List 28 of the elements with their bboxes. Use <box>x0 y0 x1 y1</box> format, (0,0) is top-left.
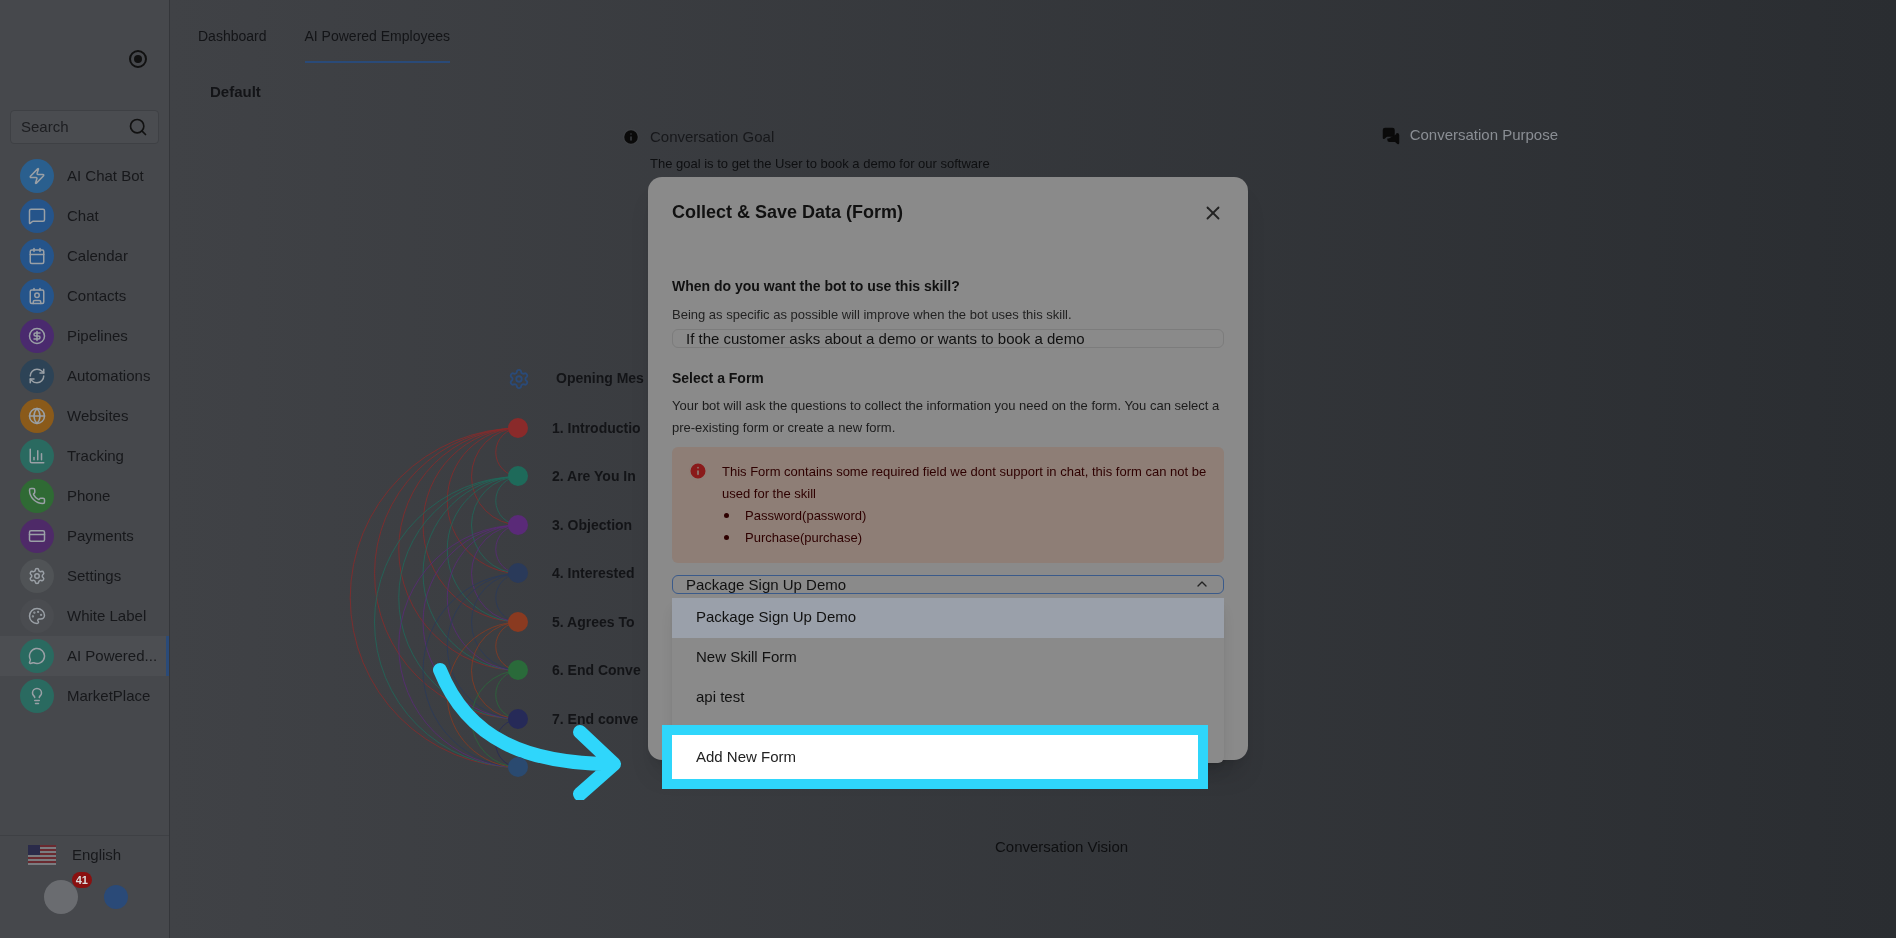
trigger-field[interactable]: If the customer asks about a demo or wants to book a demo <box>672 328 1224 348</box>
question-label: When do you want the bot to use this skill? <box>672 277 961 296</box>
notification-badge: 41 <box>71 872 92 888</box>
info-icon <box>622 127 640 146</box>
modal-title: Collect & Save Data (Form) <box>672 201 904 224</box>
dropdown-option[interactable]: api test <box>672 677 1224 718</box>
flag-icon <box>28 844 56 865</box>
error-text: This Form contains some required field we dont support in chat, this form can not be used for the skill <box>722 462 1208 503</box>
error-item: Password(password) <box>745 506 867 525</box>
search-icon <box>128 117 148 137</box>
purpose-title: Conversation Purpose <box>1409 125 1559 146</box>
error-item: Purchase(purchase) <box>745 528 863 547</box>
bullet-icon <box>724 513 729 518</box>
sidebar-item[interactable]: AI Powered... <box>0 636 169 676</box>
form-select-box[interactable]: Package Sign Up Demo <box>672 574 1224 594</box>
form-select[interactable]: Package Sign Up Demo <box>673 575 1194 593</box>
form-label: Select a Form <box>672 368 765 388</box>
gear-icon <box>508 367 530 390</box>
chat-icon <box>1381 126 1400 145</box>
dropdown-option[interactable]: New Skill Form <box>672 637 1224 678</box>
nav-label: AI Powered... <box>67 645 158 666</box>
question-hint: Being as specific as possible will improve when the bot uses this skill. <box>672 306 1073 324</box>
bullet-icon <box>724 535 729 540</box>
form-hint: Your bot will ask the questions to collect the information you need on the form. You can select a pre-existing form or create a new form. <box>672 396 1221 437</box>
dropdown-option[interactable]: Add New Form <box>662 725 1208 789</box>
error-icon <box>688 460 708 481</box>
dropdown-option[interactable]: Package Sign Up Demo <box>672 597 1224 638</box>
help-icon <box>104 885 128 909</box>
